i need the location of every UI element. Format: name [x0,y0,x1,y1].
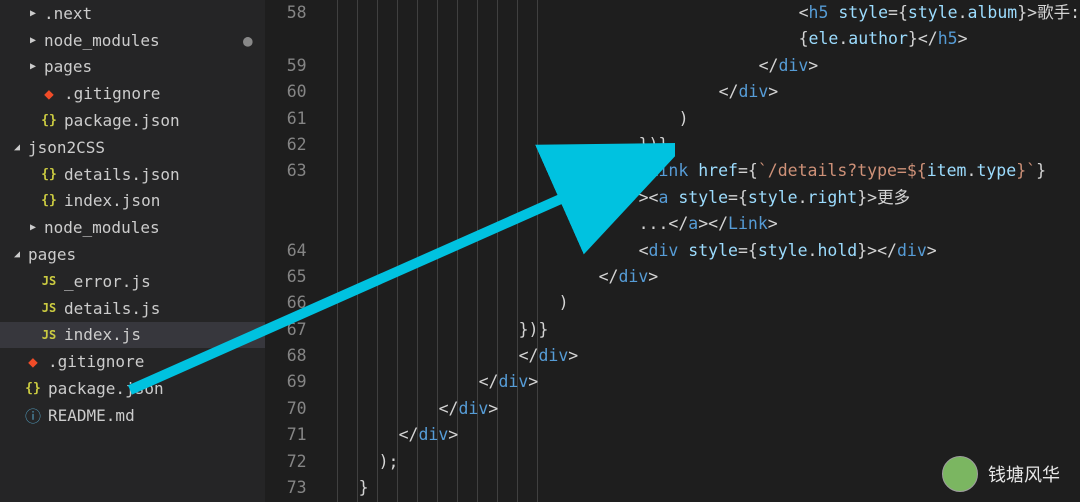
line-number: 69 [265,369,307,395]
file-label: details.json [64,165,180,184]
file-tree-row[interactable]: ▶JSdetails.js [0,295,265,322]
file-explorer[interactable]: ▶.next▶node_modules●▶pages▶◆.gitignore▶{… [0,0,265,502]
file-label: .gitignore [64,84,160,103]
code-line[interactable]: </div> [319,396,1080,422]
file-tree-row[interactable]: ▶{}package.json [0,375,265,402]
code-line[interactable]: <div style={style.hold}></div> [319,238,1080,264]
code-line[interactable]: })} [319,132,1080,158]
code-line[interactable]: </div> [319,343,1080,369]
code-line[interactable]: ...</a></Link> [319,211,1080,237]
code-line[interactable]: </div> [319,79,1080,105]
info-icon: ⓘ [24,403,42,427]
line-number: 70 [265,396,307,422]
line-number: 66 [265,290,307,316]
file-tree-row[interactable]: ▶ node_modules [0,214,265,241]
line-number: 62 [265,132,307,158]
file-tree-row[interactable]: ▶◆.gitignore [0,348,265,375]
code-line[interactable]: <Link href={`/details?type=${item.type}`… [319,158,1080,184]
json-icon: {} [40,113,58,128]
file-label: json2CSS [28,138,105,157]
js-icon: JS [40,274,58,288]
line-number [265,211,307,237]
code-line[interactable]: </div> [319,422,1080,448]
line-number: 65 [265,264,307,290]
file-label: node_modules [44,31,160,50]
modified-dot-icon: ● [243,31,253,50]
line-number: 63 [265,158,307,184]
file-label: .next [44,4,92,23]
watermark: 钱塘风华 [942,456,1060,492]
file-tree-row[interactable]: ▶{}package.json [0,107,265,134]
line-number [265,185,307,211]
code-line[interactable]: ><a style={style.right}>更多 [319,185,1080,211]
chevron-right-icon: ▶ [26,61,40,72]
git-icon: ◆ [24,352,42,371]
file-tree-row[interactable]: ◢ json2CSS [0,134,265,161]
line-number [265,26,307,52]
code-line[interactable]: {ele.author}</h5> [319,26,1080,52]
file-label: pages [44,57,92,76]
code-line[interactable]: </div> [319,53,1080,79]
file-label: details.js [64,299,160,318]
line-number: 67 [265,317,307,343]
line-number: 64 [265,238,307,264]
chevron-down-icon: ◢ [10,142,24,153]
file-tree-row[interactable]: ▶JSindex.js [0,322,265,349]
line-gutter: 58 5960616263 64656667686970717273 [265,0,319,502]
code-content[interactable]: <h5 style={style.album}>歌手:{ele.author}<… [319,0,1080,502]
chevron-right-icon: ▶ [26,8,40,19]
code-line[interactable]: <h5 style={style.album}>歌手: [319,0,1080,26]
file-label: .gitignore [48,352,144,371]
git-icon: ◆ [40,84,58,103]
line-number: 72 [265,449,307,475]
chevron-right-icon: ▶ [26,35,40,46]
file-label: node_modules [44,218,160,237]
watermark-avatar [942,456,978,492]
code-editor[interactable]: 58 5960616263 64656667686970717273 <h5 sty… [265,0,1080,502]
json-icon: {} [24,381,42,396]
file-tree-row[interactable]: ▶ node_modules ● [0,27,265,54]
file-tree-row[interactable]: ▶{}index.json [0,188,265,215]
file-label: pages [28,245,76,264]
json-icon: {} [40,193,58,208]
line-number: 61 [265,106,307,132]
watermark-text: 钱塘风华 [988,461,1060,487]
line-number: 60 [265,79,307,105]
file-tree-row[interactable]: ▶JS_error.js [0,268,265,295]
code-line[interactable]: ) [319,106,1080,132]
line-number: 58 [265,0,307,26]
line-number: 68 [265,343,307,369]
file-label: index.js [64,325,141,344]
file-tree-row[interactable]: ▶ pages [0,54,265,81]
file-tree-row[interactable]: ▶ .next [0,0,265,27]
file-label: README.md [48,406,135,425]
file-tree-row[interactable]: ▶{}details.json [0,161,265,188]
code-line[interactable]: </div> [319,264,1080,290]
js-icon: JS [40,328,58,342]
chevron-right-icon: ▶ [26,222,40,233]
line-number: 71 [265,422,307,448]
file-tree-row[interactable]: ▶ⓘREADME.md [0,402,265,429]
file-label: _error.js [64,272,151,291]
file-label: package.json [64,111,180,130]
line-number: 59 [265,53,307,79]
file-tree-row[interactable]: ◢ pages [0,241,265,268]
file-tree-row[interactable]: ▶◆.gitignore [0,80,265,107]
file-label: package.json [48,379,164,398]
code-line[interactable]: </div> [319,369,1080,395]
js-icon: JS [40,301,58,315]
line-number: 73 [265,475,307,501]
code-line[interactable]: ) [319,290,1080,316]
code-line[interactable]: })} [319,317,1080,343]
file-label: index.json [64,191,160,210]
chevron-down-icon: ◢ [10,249,24,260]
json-icon: {} [40,167,58,182]
